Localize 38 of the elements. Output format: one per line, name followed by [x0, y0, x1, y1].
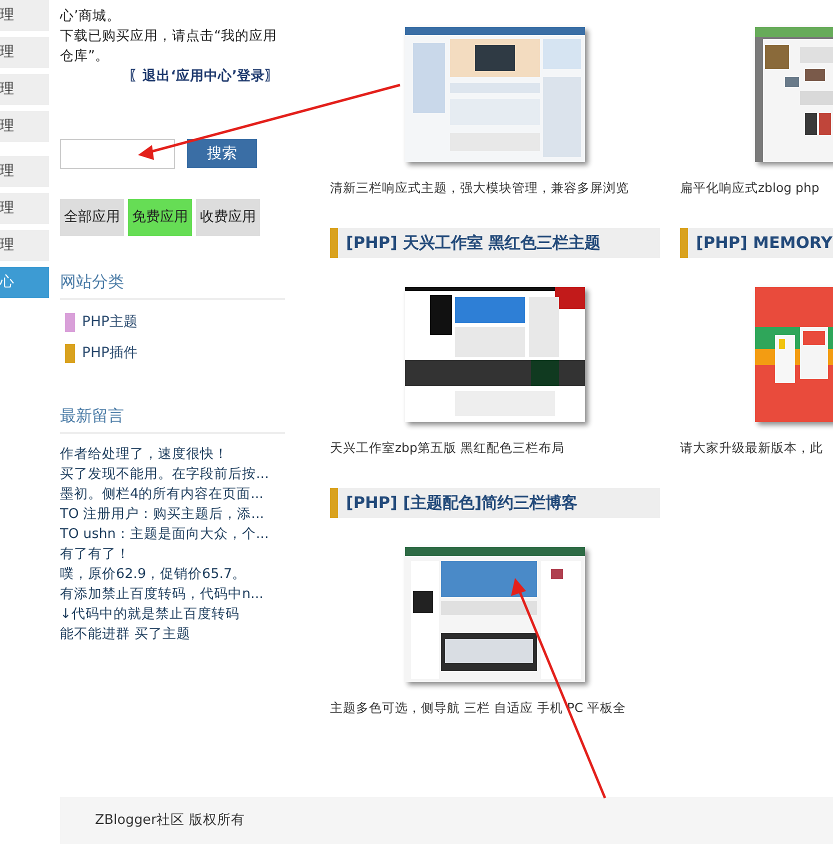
nav-item[interactable]: 理 [0, 74, 49, 105]
intro-text: 仓库”。 [60, 47, 110, 66]
section-heading: 网站分类 [60, 270, 285, 300]
app-description: 请大家升级最新版本，此 [680, 439, 824, 457]
intro-text: 心’商城。 [60, 7, 122, 26]
nav-item[interactable]: 理 [0, 111, 49, 142]
comment-link[interactable]: TO ushn：主题是面向大众，个... [60, 524, 285, 544]
comment-link[interactable]: 有了有了！ [60, 544, 285, 564]
category-link[interactable]: PHP插件 [82, 343, 138, 364]
nav-item[interactable]: 理 [0, 37, 49, 68]
comment-link[interactable]: 能不能进群 买了主题 [60, 624, 285, 644]
search-button[interactable]: 搜索 [187, 139, 257, 168]
search-field[interactable] [60, 139, 175, 169]
category-link[interactable]: PHP主题 [82, 312, 138, 333]
app-description: 扁平化响应式zblog php [680, 179, 820, 197]
app-title[interactable]: [PHP] [主题配色]简约三栏博客 [330, 488, 660, 518]
app-description: 天兴工作室zbp第五版 黑红配色三栏布局 [330, 439, 566, 457]
intro-text: 下载已购买应用，请点击“我的应用 [60, 27, 278, 46]
app-description: 清新三栏响应式主题，强大模块管理，兼容多屏浏览 [330, 179, 630, 197]
filter-tab[interactable]: 全部应用 [60, 199, 124, 236]
app-title[interactable]: [PHP] MEMORY [680, 228, 833, 258]
filter-tab[interactable]: 免费应用 [128, 199, 192, 236]
comment-link[interactable]: 买了发现不能用。在字段前后按... [60, 464, 285, 484]
comment-link[interactable]: TO 注册用户：购买主题后，添... [60, 504, 285, 524]
nav-item[interactable]: 理 [0, 156, 49, 187]
comment-link[interactable]: 噗，原价62.9，促销价65.7。 [60, 564, 285, 584]
comment-link[interactable]: 有添加禁止百度转码，代码中n... [60, 584, 285, 604]
logout-link[interactable]: 〖退出‘应用中心’登录〗 [60, 66, 279, 86]
section-heading: 最新留言 [60, 404, 285, 434]
nav-item[interactable]: 理 [0, 193, 49, 224]
nav-item[interactable]: 理 [0, 230, 49, 261]
comment-link[interactable]: 墨初。侧栏4的所有内容在页面... [60, 484, 285, 504]
filter-tab[interactable]: 收费应用 [196, 199, 260, 236]
app-title[interactable]: [PHP] 天兴工作室 黑红色三栏主题 [330, 228, 660, 258]
comment-link[interactable]: ↓代码中的就是禁止百度转码 [60, 604, 285, 624]
copyright-text: ZBlogger社区 版权所有 [95, 811, 245, 830]
nav-item[interactable]: 理 [0, 0, 49, 31]
comment-link[interactable]: 作者给处理了，速度很快！ [60, 444, 285, 464]
